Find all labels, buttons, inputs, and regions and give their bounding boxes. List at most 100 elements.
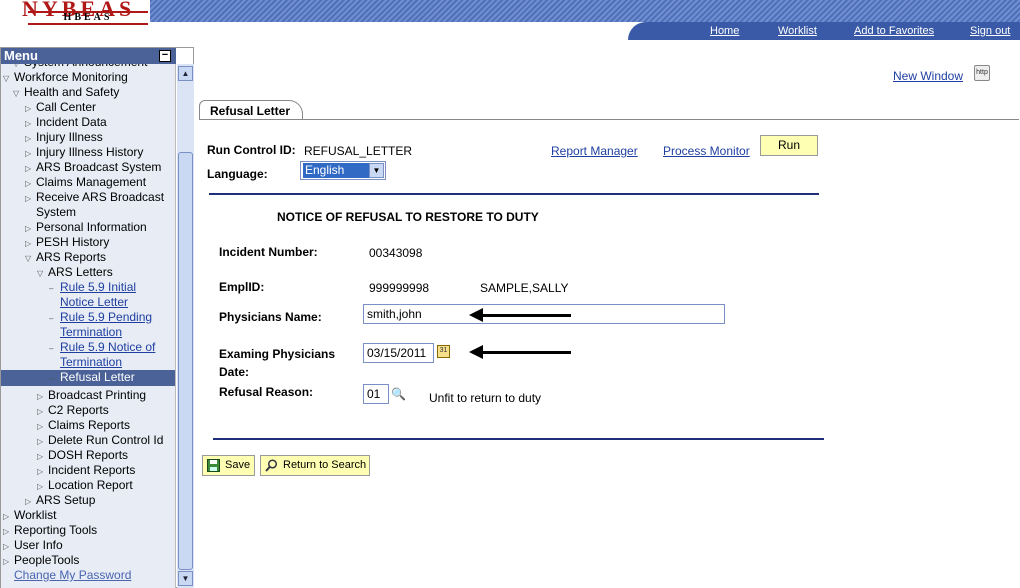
- chevron-right-icon: ▷: [37, 467, 44, 476]
- menu-item-label: Termination: [60, 355, 123, 369]
- menu-item-label: Change My Password: [14, 568, 132, 582]
- calendar-icon[interactable]: 31: [437, 345, 450, 358]
- chevron-right-icon: ▷: [37, 437, 44, 446]
- divider: [213, 438, 824, 440]
- menu-item[interactable]: ▷ Incident Reports: [37, 463, 135, 479]
- save-icon: [207, 459, 220, 472]
- dash-icon: –: [49, 344, 54, 353]
- menu-scrollbar[interactable]: ▲ ▼: [177, 64, 194, 588]
- menu-item[interactable]: ▷ Delete Run Control Id: [37, 433, 163, 449]
- run-button[interactable]: Run: [760, 135, 818, 156]
- nybeas-logo[interactable]: NYBEAS HBEAS: [18, 0, 158, 32]
- menu-item[interactable]: Change My Password: [3, 568, 131, 583]
- chevron-right-icon: ▷: [25, 239, 32, 248]
- menu-item[interactable]: ▷ PESH History: [25, 235, 109, 251]
- menu-item-label: Rule 5.9 Notice of: [60, 340, 156, 354]
- menu-item[interactable]: – Rule 5.9 Notice of: [49, 340, 155, 356]
- menu-item-label: User Info: [14, 538, 63, 552]
- menu-item[interactable]: ▷ Reporting Tools: [3, 523, 97, 539]
- menu-item[interactable]: ▷ DOSH Reports: [37, 448, 128, 464]
- menu-item[interactable]: ▷ ARS Broadcast System: [25, 160, 161, 176]
- scroll-down-button[interactable]: ▼: [178, 571, 193, 586]
- menu-item-label: Broadcast Printing: [48, 388, 147, 402]
- language-value: English: [303, 163, 369, 178]
- emplid-value: 999999998: [369, 281, 430, 295]
- report-manager-link[interactable]: Report Manager: [551, 144, 638, 158]
- save-button[interactable]: Save: [202, 455, 255, 476]
- menu-item[interactable]: – Rule 5.9 Initial: [49, 280, 136, 296]
- chevron-right-icon: ▷: [3, 542, 10, 551]
- language-select[interactable]: English ▼: [300, 161, 386, 180]
- run-control-value: REFUSAL_LETTER: [304, 144, 413, 158]
- nav-worklist[interactable]: Worklist: [778, 25, 817, 37]
- main-content: New Window http Refusal Letter Run Contr…: [195, 47, 1020, 588]
- chevron-right-icon: ▷: [3, 527, 10, 536]
- chevron-right-icon: ▷: [3, 512, 10, 521]
- nav-sign-out[interactable]: Sign out: [970, 25, 1010, 37]
- menu-item[interactable]: ▷ ARS Setup: [25, 493, 95, 509]
- menu-item[interactable]: ▷ Claims Reports: [37, 418, 130, 434]
- chevron-right-icon: ▷: [25, 134, 32, 143]
- menu-item-label: Health and Safety: [24, 85, 120, 99]
- menu-item[interactable]: ▽ ARS Reports: [25, 250, 106, 266]
- menu-item[interactable]: ▷ Receive ARS Broadcast: [25, 190, 164, 206]
- exam-date-input[interactable]: 03/15/2011: [363, 343, 434, 363]
- chevron-right-icon: ▷: [25, 497, 32, 506]
- return-to-search-button[interactable]: Return to Search: [260, 455, 370, 476]
- menu-item[interactable]: ▷ Broadcast Printing: [37, 388, 146, 404]
- menu-item-label: Rule 5.9 Initial: [60, 280, 137, 294]
- menu-item-label: ARS Broadcast System: [36, 160, 162, 174]
- scroll-up-button[interactable]: ▲: [178, 66, 193, 81]
- menu-item[interactable]: ▷ Location Report: [37, 478, 133, 494]
- divider: [209, 193, 819, 195]
- nav-home[interactable]: Home: [710, 25, 739, 37]
- menu-item[interactable]: ▷ Injury Illness History: [25, 145, 143, 161]
- physicians-name-label: Physicians Name:: [219, 310, 322, 324]
- chevron-down-icon: ▽: [3, 74, 10, 83]
- menu-item-label: Claims Management: [36, 175, 147, 189]
- header-nav: Home Worklist Add to Favorites Sign out: [628, 22, 1020, 40]
- menu-item[interactable]: ▷ Injury Illness: [25, 130, 103, 146]
- dash-icon: –: [49, 374, 54, 383]
- menu-item[interactable]: ▷ Call Center: [25, 100, 96, 116]
- menu-item[interactable]: ▽ Health and Safety: [13, 85, 119, 101]
- chevron-down-icon[interactable]: ▼: [369, 163, 384, 178]
- menu-item[interactable]: ▷ Incident Data: [25, 115, 107, 131]
- chevron-right-icon: ▷: [25, 224, 32, 233]
- menu-item[interactable]: ▷ Personal Information: [25, 220, 147, 236]
- menu-collapse-button[interactable]: −: [159, 50, 171, 62]
- http-icon[interactable]: http: [974, 65, 990, 81]
- menu-item[interactable]: ▷ Worklist: [3, 508, 56, 524]
- chevron-right-icon: ▷: [37, 452, 44, 461]
- menu-item-label: Location Report: [48, 478, 133, 492]
- menu-item[interactable]: ▷ C2 Reports: [37, 403, 109, 419]
- menu-item[interactable]: ▽ ARS Letters: [37, 265, 113, 281]
- nav-add-to-favorites[interactable]: Add to Favorites: [854, 25, 934, 37]
- menu-item[interactable]: ▷ User Info: [3, 538, 63, 554]
- menu-item: Termination: [60, 325, 122, 340]
- tab-refusal-letter[interactable]: Refusal Letter: [199, 100, 303, 120]
- menu-item[interactable]: ▷ PeopleTools: [3, 553, 79, 569]
- menu-item-label: ARS Reports: [36, 250, 107, 264]
- menu-item-label: Incident Reports: [48, 463, 136, 477]
- lookup-icon[interactable]: 🔍: [391, 387, 406, 401]
- menu-item-label: DOSH Reports: [48, 448, 129, 462]
- scroll-thumb[interactable]: [178, 152, 193, 570]
- menu-item-label: Receive ARS Broadcast: [36, 190, 165, 204]
- menu-item-label: Injury Illness History: [36, 145, 144, 159]
- menu-item-label: Incident Data: [36, 115, 107, 129]
- process-monitor-link[interactable]: Process Monitor: [663, 144, 750, 158]
- menu-item-label: Personal Information: [36, 220, 147, 234]
- dash-icon: –: [49, 284, 54, 293]
- chevron-right-icon: ▷: [25, 179, 32, 188]
- menu-item-label: Termination: [60, 325, 123, 339]
- new-window-link[interactable]: New Window: [893, 69, 963, 83]
- menu-item[interactable]: ▷ Claims Management: [25, 175, 146, 191]
- chevron-right-icon: ▷: [25, 164, 32, 173]
- menu-item[interactable]: ▽ Workforce Monitoring: [3, 70, 128, 86]
- menu-item[interactable]: – Rule 5.9 Pending: [49, 310, 152, 326]
- chevron-right-icon: ▷: [37, 407, 44, 416]
- chevron-right-icon: ▷: [37, 422, 44, 431]
- menu-item-selected[interactable]: – Refusal Letter: [1, 370, 175, 386]
- refusal-reason-input[interactable]: 01: [363, 384, 389, 404]
